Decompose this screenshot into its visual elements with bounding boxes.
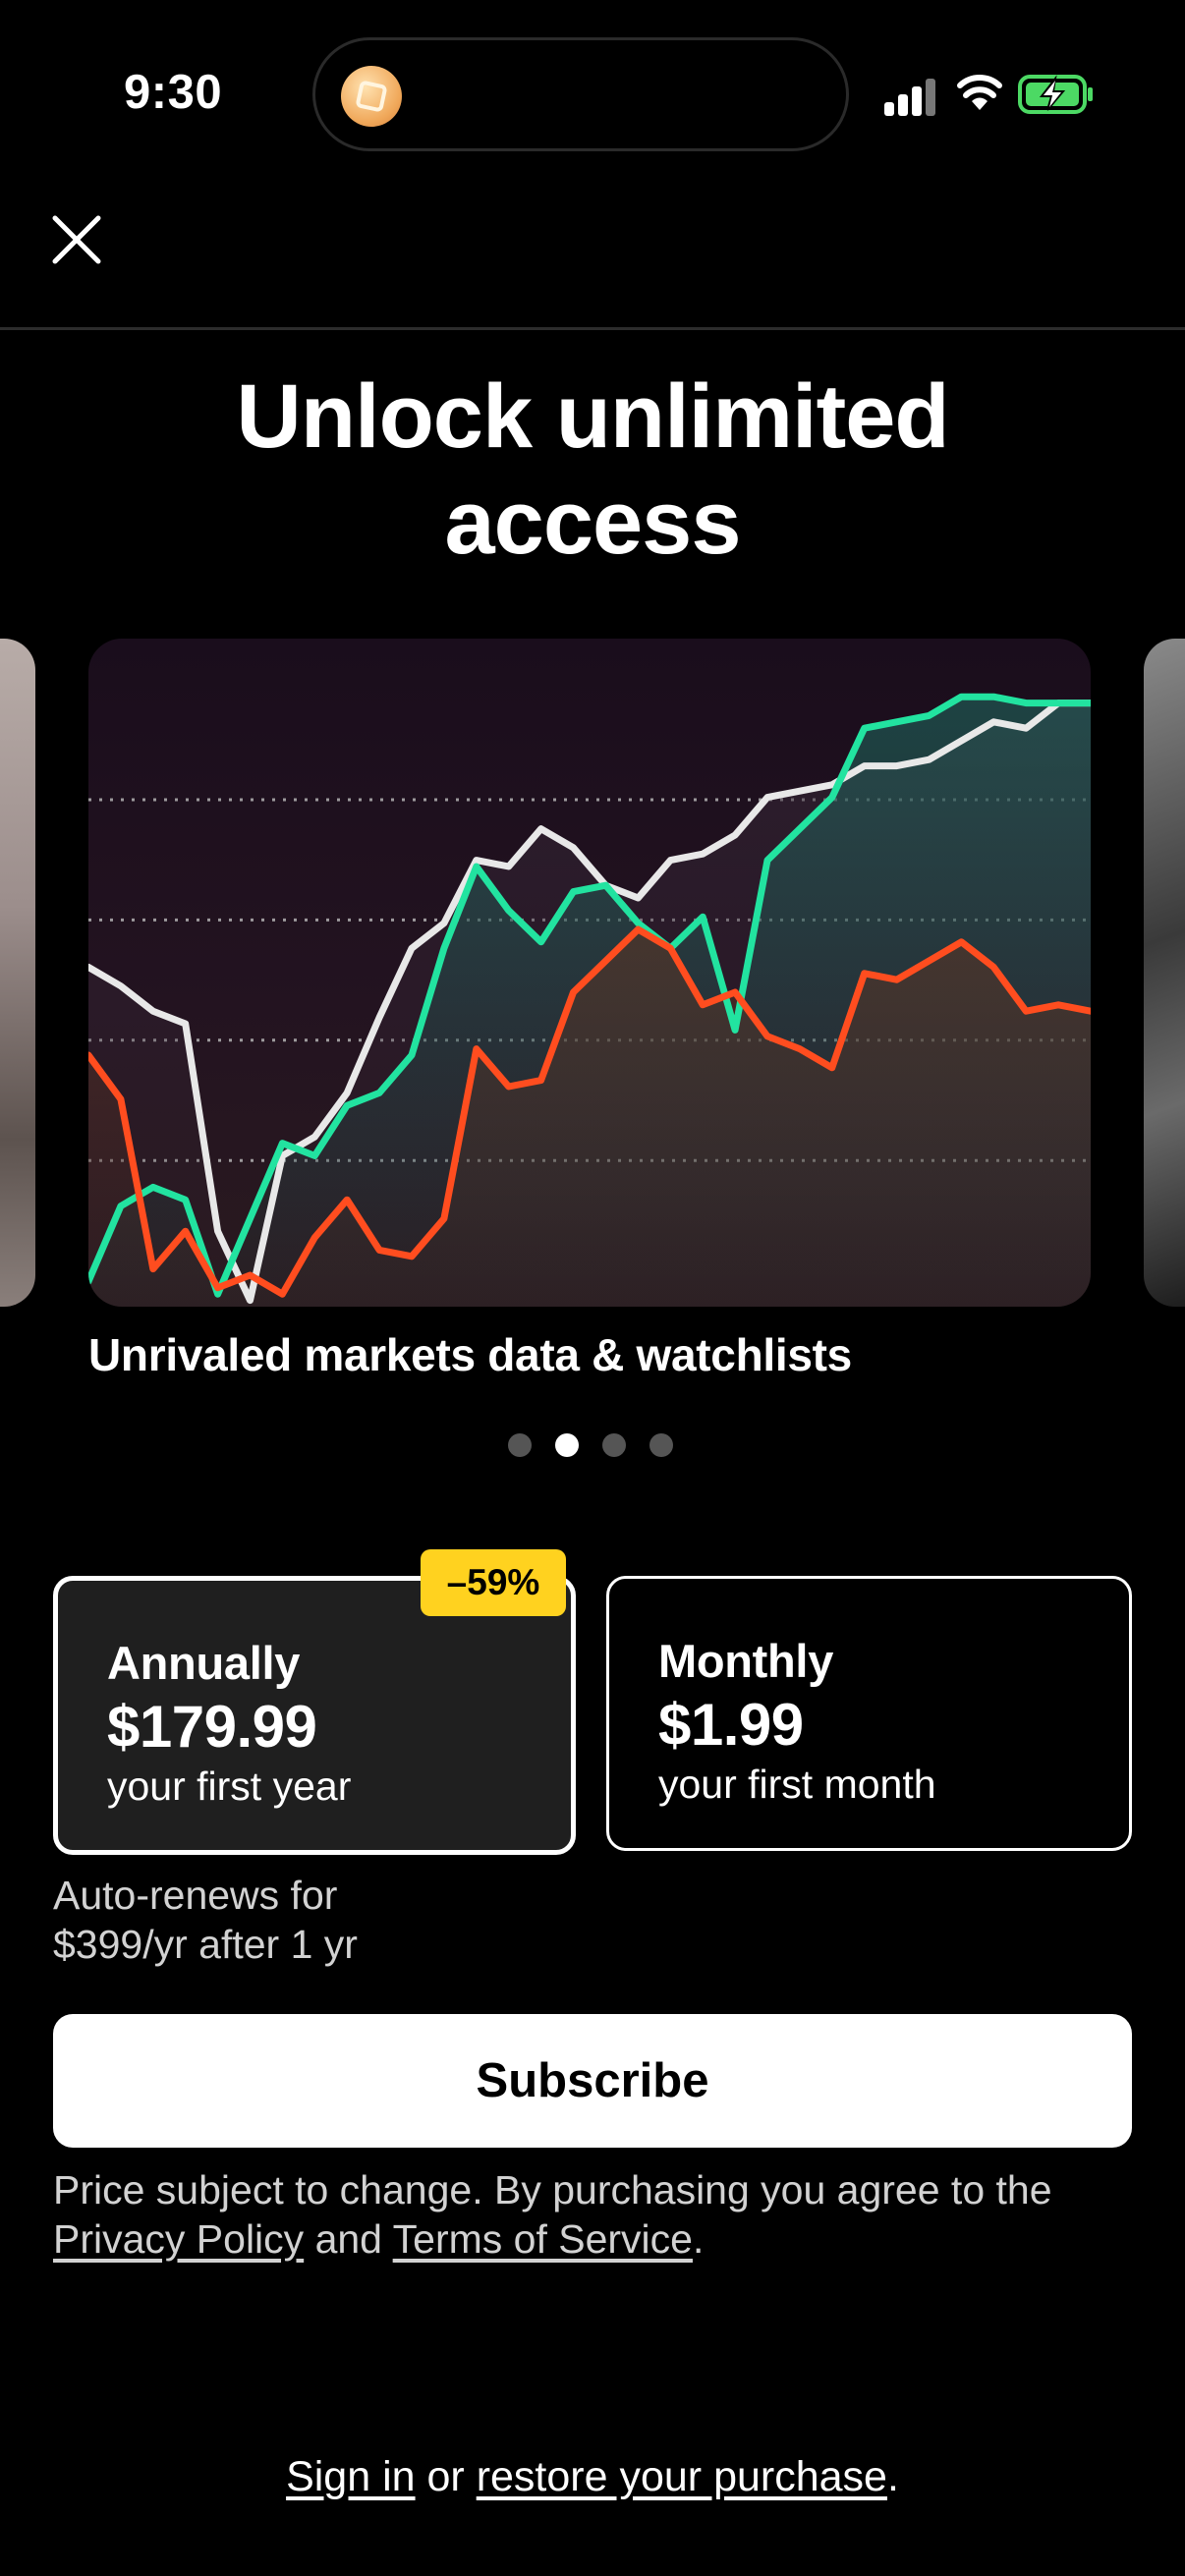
plan-name: Monthly	[658, 1635, 834, 1687]
plan-name: Annually	[107, 1637, 301, 1689]
legal-text: Price subject to change. By purchasing y…	[53, 2165, 1154, 2264]
plan-period: your first month	[658, 1762, 936, 1807]
terms-of-service-link[interactable]: Terms of Service	[393, 2216, 693, 2262]
dynamic-island	[312, 37, 849, 151]
markets-chart	[88, 693, 1091, 1307]
page-title-line1: Unlock unlimited	[236, 366, 949, 467]
legal-suffix: .	[692, 2216, 705, 2262]
carousel-slide-next[interactable]	[1144, 639, 1185, 1307]
carousel-slide-previous[interactable]	[0, 639, 35, 1307]
status-time: 9:30	[124, 66, 223, 119]
pagination-dot-active[interactable]	[555, 1433, 579, 1457]
plan-period: your first year	[107, 1764, 352, 1809]
footer-links: Sign in or restore your purchase.	[0, 2453, 1185, 2501]
restore-purchase-link[interactable]: restore your purchase	[477, 2453, 887, 2500]
cellular-signal-icon	[884, 77, 939, 116]
close-icon	[52, 215, 101, 264]
plan-price: $1.99	[658, 1692, 804, 1758]
subscribe-button[interactable]: Subscribe	[53, 2014, 1132, 2148]
page-title-line2: access	[444, 473, 742, 573]
sign-in-link[interactable]: Sign in	[286, 2453, 415, 2500]
privacy-policy-link[interactable]: Privacy Policy	[53, 2216, 304, 2262]
battery-charging-icon	[1018, 75, 1093, 114]
coin-icon	[341, 66, 402, 127]
plan-option-annual[interactable]: Annually $179.99 your first year	[53, 1576, 576, 1855]
carousel-caption: Unrivaled markets data & watchlists	[88, 1329, 852, 1380]
auto-renew-note: Auto-renews for $399/yr after 1 yr	[53, 1871, 544, 1969]
wifi-icon	[957, 75, 1002, 110]
header-divider	[0, 327, 1185, 330]
pagination-dot[interactable]	[649, 1433, 673, 1457]
close-button[interactable]	[39, 202, 114, 277]
auto-renew-line2: $399/yr after 1 yr	[53, 1922, 358, 1967]
legal-and: and	[314, 2216, 382, 2262]
discount-badge: –59%	[421, 1549, 566, 1616]
pagination-dot[interactable]	[508, 1433, 532, 1457]
page-title: Unlock unlimited access	[0, 364, 1185, 576]
carousel-slide-chart[interactable]	[88, 639, 1091, 1307]
footer-or: or	[426, 2453, 465, 2500]
legal-prefix: Price subject to change. By purchasing y…	[53, 2167, 1052, 2212]
auto-renew-line1: Auto-renews for	[53, 1873, 338, 1918]
plan-option-monthly[interactable]: Monthly $1.99 your first month	[606, 1576, 1132, 1851]
footer-suffix: .	[886, 2453, 899, 2500]
pagination-dot[interactable]	[602, 1433, 626, 1457]
plan-price: $179.99	[107, 1694, 317, 1760]
